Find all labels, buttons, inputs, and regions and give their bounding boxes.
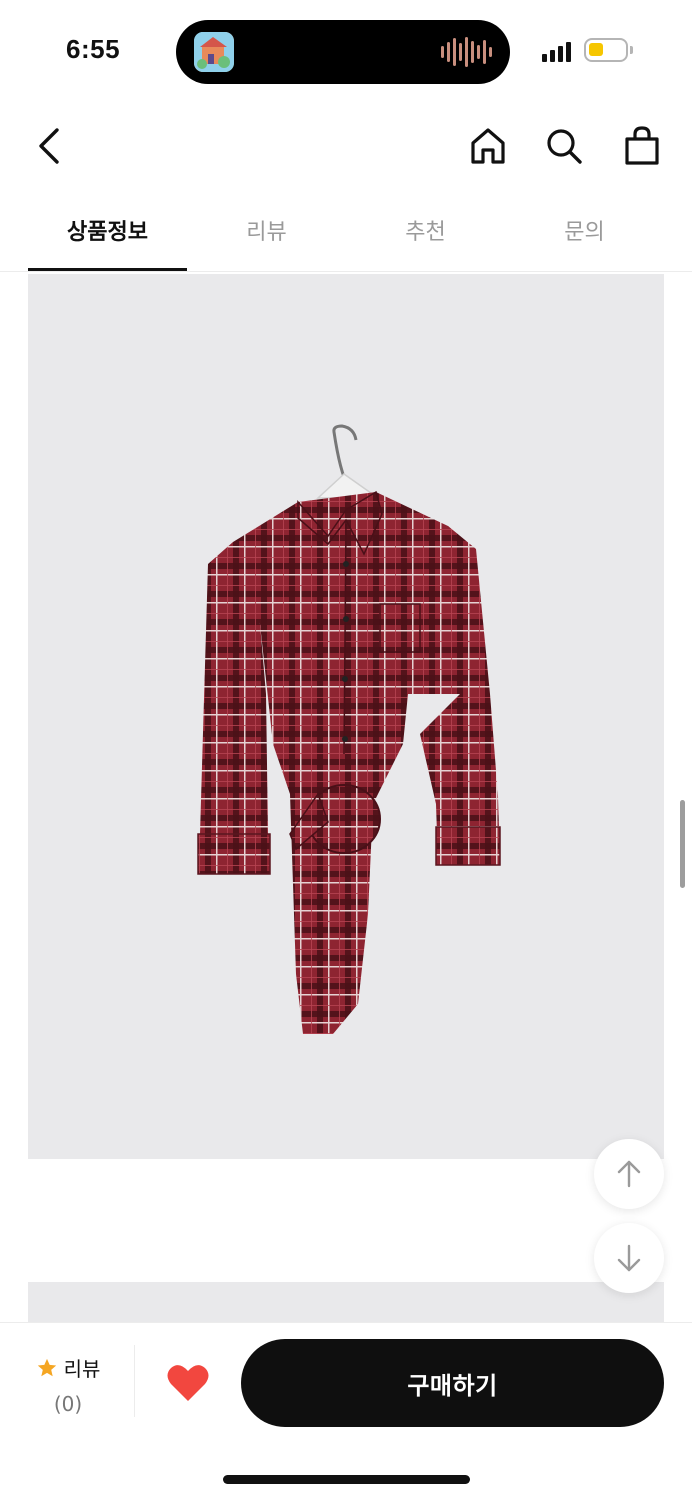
home-icon [471,128,505,164]
status-bar: 6:55 [0,0,692,100]
shopping-bag-icon [625,126,659,165]
back-icon [39,128,59,164]
like-button[interactable] [164,1359,212,1407]
arrow-down-icon [617,1244,641,1272]
shopping-bag-button[interactable] [618,122,666,170]
search-icon [547,129,582,164]
battery-level [589,43,603,56]
star-icon [37,1358,56,1376]
dynamic-island[interactable] [176,20,510,84]
back-button[interactable] [26,122,74,170]
tab-inquiries[interactable]: 문의 [505,196,664,272]
home-indicator[interactable] [223,1475,470,1484]
buy-button[interactable]: 구매하기 [241,1339,664,1427]
tab-recommendations[interactable]: 추천 [346,196,505,272]
audio-waveform-icon [441,36,492,68]
product-tabs: 상품정보 리뷰 추천 문의 [28,196,664,272]
battery-icon [584,38,628,62]
now-playing-app-icon [194,32,234,72]
status-time: 6:55 [66,34,121,64]
bottom-action-bar: 리뷰 (0) 구매하기 [0,1322,692,1500]
scroll-indicator[interactable] [680,800,685,888]
plaid-shirt-illustration [197,424,501,1034]
home-button[interactable] [464,122,512,170]
heart-icon [167,1365,209,1401]
search-button[interactable] [540,122,588,170]
scroll-to-bottom-button[interactable] [594,1223,664,1293]
product-image[interactable] [28,274,664,1159]
top-navigation [0,110,692,180]
product-image-next[interactable] [28,1282,664,1326]
tab-product-info[interactable]: 상품정보 [28,196,187,272]
cellular-signal-icon [542,40,571,62]
arrow-up-icon [617,1160,641,1188]
battery-tip [630,46,633,54]
review-label-row: 리뷰 [24,1353,112,1382]
review-summary[interactable]: 리뷰 (0) [24,1353,112,1416]
review-label: 리뷰 [63,1357,101,1381]
scroll-to-top-button[interactable] [594,1139,664,1209]
bottom-divider [134,1345,135,1417]
tabs-divider [0,271,692,272]
tab-reviews[interactable]: 리뷰 [187,196,346,272]
review-count: (0) [53,1392,83,1416]
